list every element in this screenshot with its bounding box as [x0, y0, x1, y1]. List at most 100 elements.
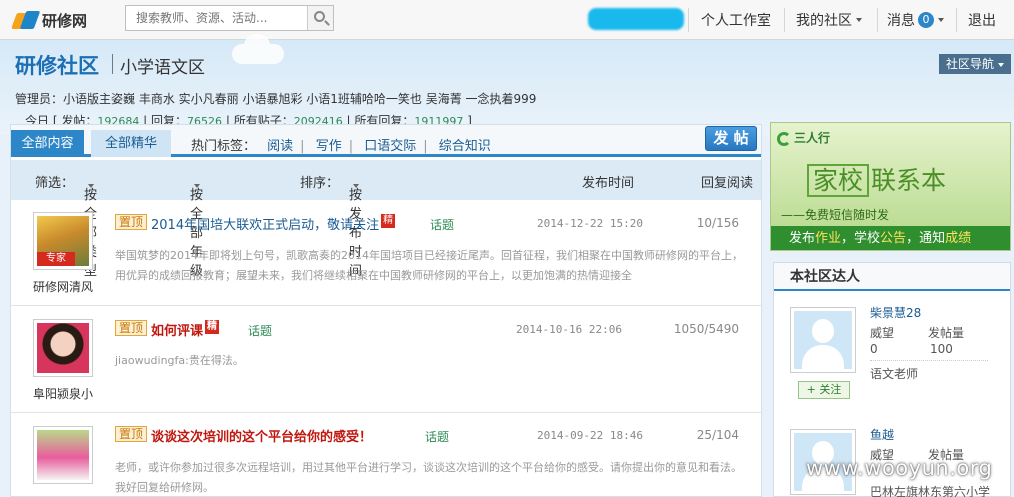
- search-button[interactable]: [307, 6, 333, 30]
- table-row: 专家 研修网清风 置顶 2014年国培大联欢正式启动，敬请关注精 话题 2014…: [11, 202, 761, 306]
- post-title-text: 谈谈这次培训的这个平台给你的感受！: [151, 430, 373, 445]
- member-name[interactable]: 鱼越: [870, 426, 894, 443]
- pinned-badge: 置顶: [115, 320, 148, 336]
- hot-tag-writing[interactable]: 写作: [309, 139, 349, 154]
- top-bar: 研修网 个人工作室 我的社区 消息0 退出: [0, 0, 1014, 40]
- community-title[interactable]: 研修社区: [15, 50, 99, 80]
- ad-logo: 三人行: [777, 129, 830, 146]
- search-icon: [314, 11, 325, 22]
- avatar[interactable]: [33, 319, 93, 377]
- nav-studio-label: 个人工作室: [701, 13, 771, 29]
- post-date: 2014-10-16 22:06: [516, 323, 622, 336]
- brand-icon: [777, 131, 791, 146]
- search-box: [125, 5, 334, 31]
- table-row: 置顶 谈谈这次培训的这个平台给你的感受！ 话题 2014-09-22 18:46…: [11, 414, 761, 497]
- logout-label: 退出: [968, 13, 996, 29]
- expert-badge: 专家: [37, 252, 75, 266]
- post-topic-tag[interactable]: 话题: [248, 322, 272, 339]
- nav-my-community[interactable]: 我的社区: [796, 0, 862, 40]
- cloud-decoration: [232, 34, 284, 64]
- nav-messages-label: 消息: [887, 13, 915, 29]
- ad-banner[interactable]: 三人行 家校 联系本 ——免费短信随时发 发布作业，学校公告，通知成绩: [770, 122, 1011, 251]
- new-post-button[interactable]: 发 帖: [705, 126, 757, 151]
- filter-bar: 筛选： 按全部类型 按全部年级 排序： 按发布时间 发布时间 回复阅读: [11, 160, 761, 279]
- community-subtitle: 小学语文区: [120, 58, 205, 78]
- panel-title: 本社区达人: [774, 263, 1010, 291]
- post-list-panel: 全部内容 全部精华 热门标签： 阅读 | 写作 | 口语交际 | 综合知识 发 帖 筛…: [10, 124, 762, 497]
- post-excerpt: 举国筑梦的2014年即将划上句号，凯歌高奏的2014年国培项目已经接近尾声。回首…: [115, 249, 743, 282]
- nav-my-community-label: 我的社区: [796, 13, 852, 29]
- search-input[interactable]: [126, 6, 306, 30]
- chevron-down-icon: [998, 62, 1005, 67]
- post-title-text: 如何评课: [151, 324, 204, 339]
- post-author[interactable]: 阜阳颍泉小: [25, 385, 101, 402]
- member-name[interactable]: 柴景慧28: [870, 304, 921, 321]
- watermark: www.wooyun.org: [806, 456, 993, 480]
- reputation-label: 威望: [870, 326, 895, 340]
- hot-tag-general[interactable]: 综合知识: [432, 139, 498, 154]
- filter-label: 筛选：: [35, 176, 75, 191]
- divider: [784, 8, 785, 32]
- divider: [956, 8, 957, 32]
- post-date: 2014-12-22 15:20: [537, 217, 643, 230]
- hot-tags: 热门标签： 阅读 | 写作 | 口语交际 | 综合知识: [191, 135, 498, 154]
- post-topic-tag[interactable]: 话题: [425, 428, 449, 445]
- ad-headline: 家校 联系本: [807, 161, 946, 197]
- logout-link[interactable]: 退出: [968, 0, 996, 40]
- post-counts: 1050/5490: [673, 322, 739, 336]
- chevron-down-icon: [194, 184, 200, 188]
- logo-text: 研修网: [42, 11, 88, 30]
- hot-tag-reading[interactable]: 阅读: [260, 139, 300, 154]
- follow-button[interactable]: + 关注: [798, 381, 850, 399]
- post-excerpt: jiaowudingfa:贵在得法。: [115, 354, 244, 367]
- sort-label: 排序：: [300, 176, 340, 191]
- reputation-value: 0: [870, 342, 878, 356]
- nav-studio[interactable]: 个人工作室: [701, 0, 771, 40]
- list-item: 柴景慧28 威望 发帖量 0 100 + 关注 语文老师: [788, 304, 1008, 407]
- hot-tag-oral[interactable]: 口语交际: [357, 139, 423, 154]
- member-role: 巴林左旗林东第六小学: [870, 485, 991, 497]
- site-logo[interactable]: 研修网: [11, 7, 88, 33]
- community-nav-label: 社区导航: [946, 57, 995, 71]
- post-author[interactable]: 研修网清风: [25, 278, 101, 295]
- post-counts: 25/104: [696, 428, 739, 442]
- avatar[interactable]: [790, 307, 856, 373]
- post-title[interactable]: 如何评课精: [151, 320, 220, 339]
- column-time[interactable]: 发布时间: [582, 172, 634, 191]
- post-title[interactable]: 2014年国培大联欢正式启动，敬请关注精: [151, 214, 396, 233]
- tab-featured[interactable]: 全部精华: [91, 130, 171, 157]
- post-title[interactable]: 谈谈这次培训的这个平台给你的感受！: [151, 426, 372, 445]
- chevron-down-icon: [88, 184, 94, 188]
- avatar[interactable]: [33, 426, 93, 484]
- tab-all-content[interactable]: 全部内容: [11, 130, 84, 157]
- nav-messages[interactable]: 消息 0: [887, 0, 944, 40]
- community-nav-button[interactable]: 社区导航: [939, 54, 1011, 74]
- chevron-down-icon: [938, 18, 944, 22]
- user-silhouette-icon: [794, 311, 852, 369]
- column-reply-read[interactable]: 回复阅读: [701, 172, 753, 191]
- chevron-down-icon: [856, 18, 862, 22]
- post-count-label: 发帖量: [928, 326, 965, 340]
- featured-badge: 精: [381, 214, 396, 228]
- featured-badge: 精: [205, 320, 220, 334]
- pinned-badge: 置顶: [115, 426, 148, 442]
- chevron-down-icon: [353, 184, 359, 188]
- ad-footer: 发布作业，学校公告，通知成绩: [771, 226, 1010, 250]
- ad-tagline: ——免费短信随时发: [781, 208, 890, 222]
- admin-list: 管理员：小语版主姿巍 丰商水 实小凡春丽 小语暴旭彩 小语1班辅哈哈一笑也 吴海…: [15, 92, 537, 106]
- post-count-value: 100: [930, 342, 953, 356]
- post-excerpt: 老师，或许你参加过很多次远程培训，用过其他平台进行学习，谈谈这次培训的这个平台给…: [115, 461, 742, 494]
- post-date: 2014-09-22 18:46: [537, 429, 643, 442]
- content-tabs: 全部内容 全部精华 热门标签： 阅读 | 写作 | 口语交际 | 综合知识 发 帖: [11, 125, 761, 157]
- table-row: 阜阳颍泉小 置顶 如何评课精 话题 2014-10-16 22:06 1050/…: [11, 307, 761, 413]
- member-role: 语文老师: [870, 367, 919, 381]
- divider: [688, 8, 689, 32]
- redacted-username: [588, 8, 684, 30]
- hot-tags-label: 热门标签：: [191, 139, 257, 154]
- avatar[interactable]: 专家: [33, 212, 93, 270]
- divider: [112, 54, 113, 74]
- post-title-text: 2014年国培大联欢正式启动，敬请关注: [151, 218, 380, 233]
- post-topic-tag[interactable]: 话题: [430, 216, 454, 233]
- message-count-badge: 0: [918, 12, 934, 28]
- logo-icon: [11, 9, 41, 31]
